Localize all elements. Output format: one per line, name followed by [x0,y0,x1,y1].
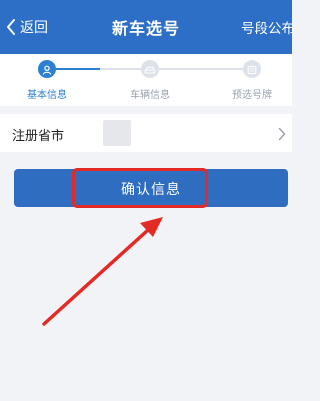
annotation-arrow [42,217,163,326]
new-car-plate-selection-page: 返回 新车选号 号段公布 基本信息 车辆信息 预选号牌 注册省市 确认信息 [0,0,295,401]
